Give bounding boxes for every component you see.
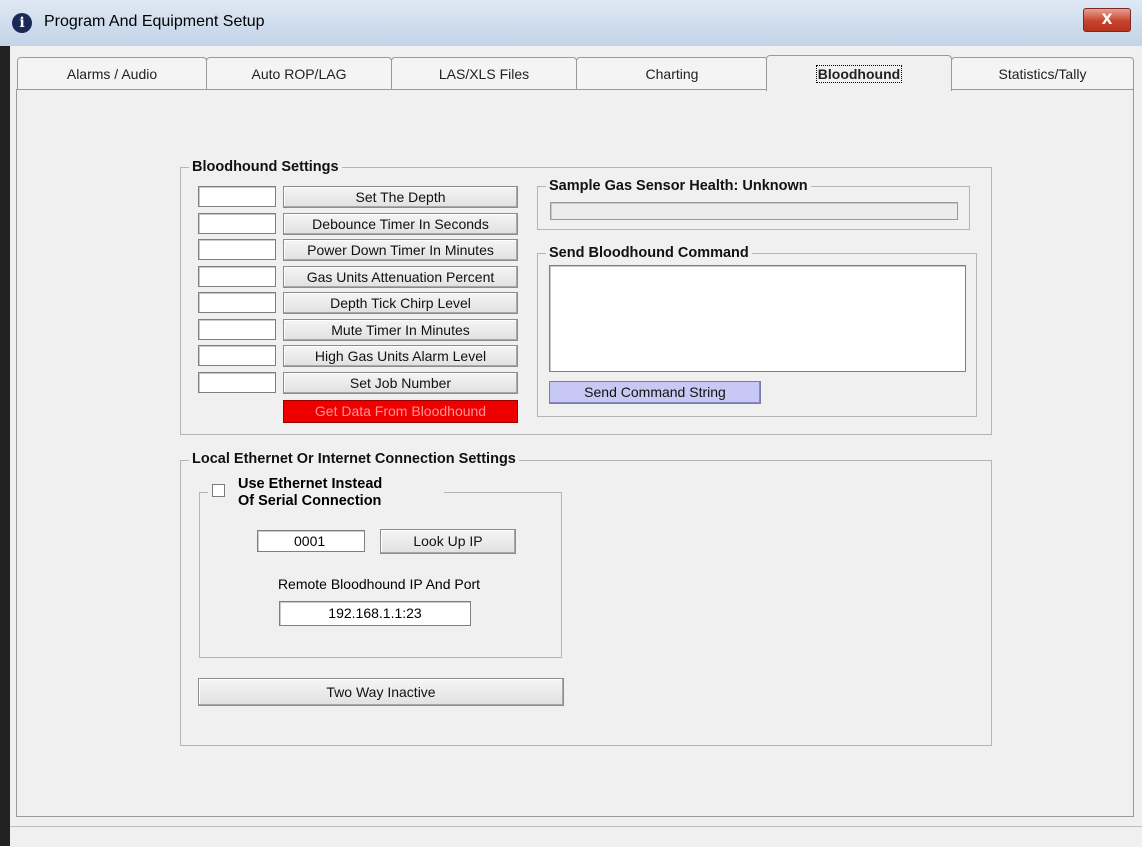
- look-up-ip-button[interactable]: Look Up IP: [380, 529, 516, 554]
- remote-ip-input[interactable]: 192.168.1.1:23: [279, 601, 471, 626]
- tab-statistics-tally[interactable]: Statistics/Tally: [951, 57, 1134, 89]
- close-button[interactable]: X: [1083, 8, 1131, 32]
- two-way-button[interactable]: Two Way Inactive: [198, 678, 564, 706]
- get-data-button[interactable]: Get Data From Bloodhound: [283, 400, 518, 423]
- sensor-health-progress: [550, 202, 958, 220]
- tab-label: LAS/XLS Files: [438, 66, 530, 82]
- id-input[interactable]: 0001: [257, 530, 365, 552]
- setting-button[interactable]: Power Down Timer In Minutes: [283, 239, 518, 261]
- window-left-edge: [0, 46, 10, 846]
- status-bar: [10, 826, 1142, 847]
- tab-label: Statistics/Tally: [998, 66, 1087, 82]
- command-textarea[interactable]: [549, 265, 966, 372]
- setting-value-input[interactable]: [198, 345, 276, 366]
- tab-label: Auto ROP/LAG: [251, 66, 347, 82]
- setting-button[interactable]: Debounce Timer In Seconds: [283, 213, 518, 235]
- tab-auto-rop-lag[interactable]: Auto ROP/LAG: [206, 57, 392, 89]
- setting-button[interactable]: Gas Units Attenuation Percent: [283, 266, 518, 288]
- tab-label: Charting: [645, 66, 699, 82]
- setting-value-input[interactable]: [198, 239, 276, 260]
- use-ethernet-group: [199, 492, 562, 658]
- setting-button[interactable]: High Gas Units Alarm Level: [283, 345, 518, 367]
- info-icon: i: [12, 13, 32, 33]
- send-command-button[interactable]: Send Command String: [549, 381, 761, 404]
- setting-button[interactable]: Set The Depth: [283, 186, 518, 208]
- remote-ip-label: Remote Bloodhound IP And Port: [277, 576, 481, 592]
- bloodhound-settings-title: Bloodhound Settings: [189, 159, 342, 175]
- sensor-health-title: Sample Gas Sensor Health: Unknown: [546, 178, 811, 194]
- setting-button[interactable]: Depth Tick Chirp Level: [283, 292, 518, 314]
- ethernet-title: Local Ethernet Or Internet Connection Se…: [189, 451, 519, 467]
- window-title: Program And Equipment Setup: [44, 13, 265, 30]
- setting-value-input[interactable]: [198, 186, 276, 207]
- tab-label: Alarms / Audio: [66, 66, 158, 82]
- setting-value-input[interactable]: [198, 213, 276, 234]
- send-command-title: Send Bloodhound Command: [546, 245, 752, 261]
- use-ethernet-label-line1: Use Ethernet Instead: [238, 476, 383, 492]
- setting-button[interactable]: Mute Timer In Minutes: [283, 319, 518, 341]
- tab-las-xls-files[interactable]: LAS/XLS Files: [391, 57, 577, 89]
- tab-bloodhound[interactable]: Bloodhound: [766, 55, 952, 91]
- setting-value-input[interactable]: [198, 319, 276, 340]
- setting-value-input[interactable]: [198, 292, 276, 313]
- setting-button[interactable]: Set Job Number: [283, 372, 518, 394]
- tab-label: Bloodhound: [815, 65, 903, 83]
- use-ethernet-label: Use Ethernet Instead Of Serial Connectio…: [238, 476, 382, 510]
- setting-value-input[interactable]: [198, 372, 276, 393]
- tab-charting[interactable]: Charting: [576, 57, 768, 89]
- setting-value-input[interactable]: [198, 266, 276, 287]
- tab-alarms-audio[interactable]: Alarms / Audio: [17, 57, 207, 89]
- use-ethernet-label-line2: Of Serial Connection: [238, 493, 382, 509]
- use-ethernet-checkbox[interactable]: [212, 484, 225, 497]
